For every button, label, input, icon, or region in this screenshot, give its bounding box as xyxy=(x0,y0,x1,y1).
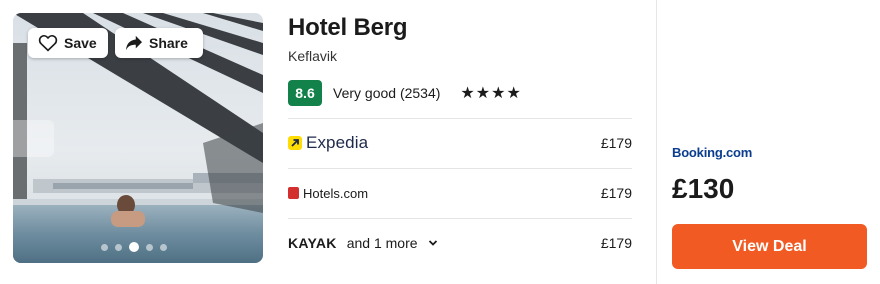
hotel-location[interactable]: Keflavik xyxy=(288,48,337,64)
column-divider xyxy=(656,0,657,284)
provider-price: £179 xyxy=(600,235,632,251)
rating-text: Very good (2534) xyxy=(333,85,441,101)
provider-row-hotels-com[interactable]: Hotels.com £179 xyxy=(288,168,632,218)
view-deal-button[interactable]: View Deal xyxy=(672,224,867,269)
share-button[interactable]: Share xyxy=(115,28,203,58)
heart-icon xyxy=(38,34,58,52)
provider-name: KAYAK xyxy=(288,235,337,251)
share-label: Share xyxy=(149,35,188,51)
provider-price: £179 xyxy=(600,185,632,201)
hotels-com-icon xyxy=(288,187,299,199)
hotels-com-logo: Hotels.com xyxy=(288,186,368,201)
more-providers-text: and 1 more xyxy=(346,235,418,251)
carousel-dot-active[interactable] xyxy=(129,242,139,252)
carousel-dot[interactable] xyxy=(101,243,108,251)
provider-row-kayak[interactable]: KAYAK and 1 more £179 xyxy=(288,218,632,268)
hotel-result-card: Save Share Hotel Berg Keflavik 8.6 Very … xyxy=(0,0,880,284)
booking-com-logo: Booking.com xyxy=(672,145,753,160)
best-price: £130 xyxy=(672,173,735,204)
provider-name: Hotels.com xyxy=(303,185,369,201)
score-badge: 8.6 xyxy=(288,80,322,106)
carousel-prev-area[interactable] xyxy=(13,120,54,157)
provider-price: £179 xyxy=(600,135,632,151)
carousel-dot[interactable] xyxy=(160,243,167,251)
save-button[interactable]: Save xyxy=(28,28,108,58)
kayak-more-toggle[interactable]: KAYAK and 1 more xyxy=(288,235,438,251)
hotel-photo[interactable]: Save Share xyxy=(13,13,263,263)
provider-row-expedia[interactable]: Expedia £179 xyxy=(288,118,632,168)
carousel-dot[interactable] xyxy=(146,243,153,251)
rating-row[interactable]: 8.6 Very good (2534) ★★★★ xyxy=(288,80,522,106)
chevron-down-icon xyxy=(428,240,437,246)
expedia-logo: Expedia xyxy=(288,133,368,153)
provider-name: Expedia xyxy=(306,133,369,152)
star-rating: ★★★★ xyxy=(460,85,522,102)
save-label: Save xyxy=(64,35,97,51)
hotel-name[interactable]: Hotel Berg xyxy=(288,14,408,42)
carousel-dots xyxy=(101,242,167,252)
share-arrow-icon xyxy=(126,35,142,51)
carousel-dot[interactable] xyxy=(115,243,122,251)
expedia-arrow-icon xyxy=(288,136,302,150)
